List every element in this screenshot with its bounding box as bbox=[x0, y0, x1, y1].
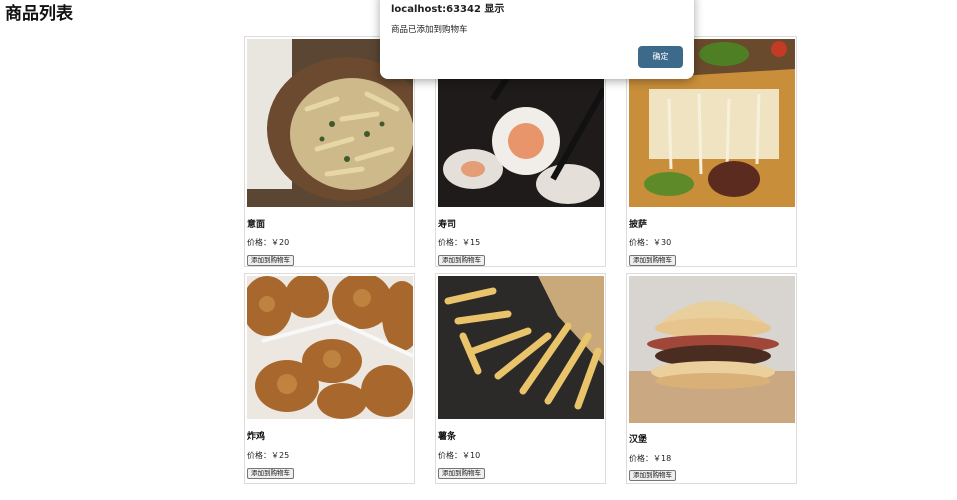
product-image-fried-chicken bbox=[247, 276, 413, 419]
product-price: 价格：￥30 bbox=[629, 238, 672, 247]
product-card: 薯条 价格：￥10 添加到购物车 bbox=[435, 273, 606, 484]
product-image-fries bbox=[438, 276, 604, 419]
add-to-cart-button[interactable]: 添加到购物车 bbox=[438, 255, 485, 266]
product-name: 意面 bbox=[247, 220, 266, 230]
alert-dialog: localhost:63342 显示 商品已添加到购物车 确定 bbox=[380, 0, 694, 79]
add-to-cart-button[interactable]: 添加到购物车 bbox=[629, 470, 676, 481]
product-name: 汉堡 bbox=[629, 435, 648, 445]
product-name: 寿司 bbox=[438, 220, 457, 230]
dialog-message: 商品已添加到购物车 bbox=[391, 25, 468, 35]
product-card: 汉堡 价格：￥18 添加到购物车 bbox=[626, 273, 797, 484]
add-to-cart-button[interactable]: 添加到购物车 bbox=[438, 468, 485, 479]
product-price: 价格：￥18 bbox=[629, 454, 672, 463]
page-title: 商品列表 bbox=[5, 4, 73, 24]
product-price: 价格：￥20 bbox=[247, 238, 290, 247]
add-to-cart-button[interactable]: 添加到购物车 bbox=[247, 468, 294, 479]
product-price: 价格：￥10 bbox=[438, 451, 481, 460]
ok-button[interactable]: 确定 bbox=[638, 46, 683, 68]
product-price: 价格：￥25 bbox=[247, 451, 290, 460]
add-to-cart-button[interactable]: 添加到购物车 bbox=[247, 255, 294, 266]
add-to-cart-button[interactable]: 添加到购物车 bbox=[629, 255, 676, 266]
product-price: 价格：￥15 bbox=[438, 238, 481, 247]
product-card: 炸鸡 价格：￥25 添加到购物车 bbox=[244, 273, 415, 484]
product-name: 披萨 bbox=[629, 220, 648, 230]
product-name: 炸鸡 bbox=[247, 432, 266, 442]
product-image-burger bbox=[629, 276, 795, 423]
product-grid: 意面 价格：￥20 添加到购物车 寿司 价格：￥15 添加到购物车 披萨 价格：… bbox=[244, 36, 801, 496]
product-name: 薯条 bbox=[438, 432, 457, 442]
dialog-title: localhost:63342 显示 bbox=[391, 4, 505, 15]
